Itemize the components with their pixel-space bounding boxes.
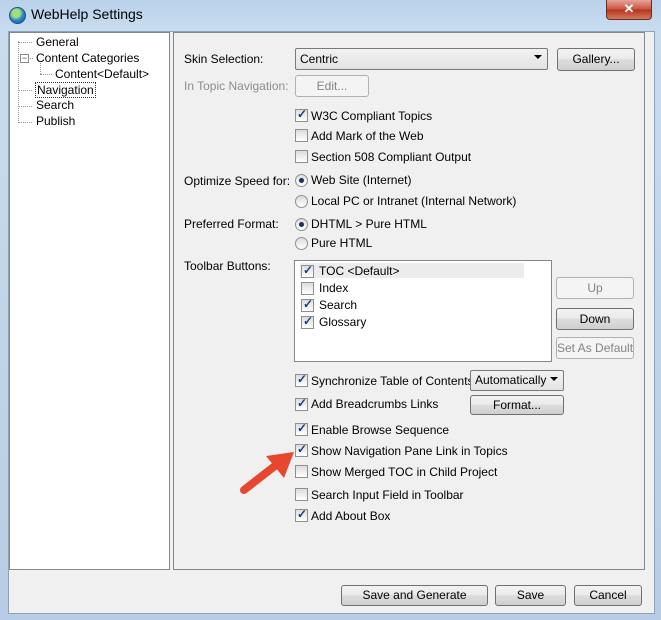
toolbar-glossary-checkbox[interactable]: ✓ [301, 314, 314, 329]
about-box-label: Add About Box [311, 509, 391, 523]
format-pure-html-radio[interactable] [295, 237, 308, 250]
section508-label: Section 508 Compliant Output [311, 150, 472, 164]
save-and-generate-button[interactable]: Save and Generate [341, 585, 488, 606]
check-icon: ✓ [297, 396, 308, 410]
tree-line [18, 41, 19, 123]
tree-item-content-default[interactable]: Content<Default> [55, 67, 149, 81]
edit-button[interactable]: Edit... [295, 75, 369, 97]
preferred-format-label: Preferred Format: [184, 217, 279, 231]
show-nav-link-label: Show Navigation Pane Link in Topics [311, 444, 508, 458]
toolbar-toc-label[interactable]: TOC <Default> [319, 264, 399, 278]
toolbar-glossary-label[interactable]: Glossary [319, 315, 366, 329]
toolbar-index-label[interactable]: Index [319, 281, 348, 295]
tree-item-publish[interactable]: Publish [36, 114, 75, 128]
w3c-checkbox[interactable]: ✓ [295, 107, 308, 122]
in-topic-navigation-label: In Topic Navigation: [184, 79, 289, 93]
chevron-down-icon [534, 55, 542, 59]
tree-line [18, 106, 32, 107]
close-button[interactable]: ✕ [606, 0, 652, 20]
tree-line [40, 74, 52, 75]
mark-of-web-checkbox[interactable] [295, 129, 308, 142]
radio-dot [299, 178, 304, 183]
cancel-button[interactable]: Cancel [574, 585, 642, 606]
toolbar-search-checkbox[interactable]: ✓ [301, 297, 314, 312]
tree-line [18, 90, 32, 91]
collapse-icon[interactable]: − [20, 54, 29, 63]
format-dhtml-radio[interactable] [295, 218, 308, 231]
format-pure-html-label: Pure HTML [311, 236, 373, 250]
merged-toc-label: Show Merged TOC in Child Project [311, 465, 498, 479]
check-icon: ✓ [297, 421, 308, 435]
tree-item-search[interactable]: Search [36, 98, 74, 112]
check-icon: ✓ [303, 314, 314, 328]
annotation-arrow-icon [240, 452, 294, 494]
format-dhtml-label: DHTML > Pure HTML [311, 217, 427, 231]
mark-of-web-label: Add Mark of the Web [311, 129, 424, 143]
settings-tree[interactable]: − General Content Categories Content<Def… [9, 32, 170, 570]
optimize-speed-label: Optimize Speed for: [184, 174, 291, 188]
check-icon: ✓ [303, 297, 314, 311]
browse-sequence-checkbox[interactable]: ✓ [295, 421, 308, 436]
format-button[interactable]: Format... [470, 395, 564, 415]
check-icon: ✓ [303, 263, 314, 277]
breadcrumbs-label: Add Breadcrumbs Links [311, 397, 439, 411]
sync-toc-label: Synchronize Table of Contents [311, 374, 474, 388]
about-box-checkbox[interactable]: ✓ [295, 507, 308, 522]
optimize-web-label: Web Site (Internet) [311, 173, 412, 187]
save-button[interactable]: Save [495, 585, 566, 606]
tree-line [18, 42, 32, 43]
check-icon: ✓ [297, 372, 308, 386]
up-button[interactable]: Up [556, 277, 634, 299]
tree-item-content-categories[interactable]: Content Categories [36, 51, 139, 65]
sync-mode-dropdown[interactable]: Automatically [470, 370, 564, 391]
skin-selection-label: Skin Selection: [184, 52, 264, 66]
title-bar[interactable]: WebHelp Settings ✕ [0, 0, 661, 30]
gallery-button[interactable]: Gallery... [557, 48, 635, 71]
w3c-label: W3C Compliant Topics [311, 109, 433, 123]
optimize-web-radio[interactable] [295, 174, 308, 187]
section508-checkbox[interactable] [295, 150, 308, 163]
set-as-default-button[interactable]: Set As Default [556, 337, 634, 359]
optimize-local-radio[interactable] [295, 195, 308, 208]
app-icon [9, 7, 26, 24]
tree-item-general[interactable]: General [36, 35, 79, 49]
optimize-local-label: Local PC or Intranet (Internal Network) [311, 194, 517, 208]
check-icon: ✓ [297, 507, 308, 521]
breadcrumbs-checkbox[interactable]: ✓ [295, 396, 308, 411]
skin-selection-value: Centric [300, 52, 339, 66]
sync-mode-value: Automatically [475, 373, 547, 387]
toolbar-toc-checkbox[interactable]: ✓ [301, 263, 314, 278]
radio-dot [299, 222, 304, 227]
toolbar-search-label[interactable]: Search [319, 298, 357, 312]
tree-line [18, 122, 32, 123]
skin-selection-dropdown[interactable]: Centric [295, 48, 548, 70]
down-button[interactable]: Down [556, 308, 634, 330]
browse-sequence-label: Enable Browse Sequence [311, 423, 450, 437]
search-input-toolbar-label: Search Input Field in Toolbar [311, 488, 464, 502]
toolbar-index-checkbox[interactable] [301, 282, 314, 295]
toolbar-buttons-label: Toolbar Buttons: [184, 259, 271, 273]
sync-toc-checkbox[interactable]: ✓ [295, 372, 308, 387]
tree-item-navigation[interactable]: Navigation [35, 82, 96, 98]
window-title: WebHelp Settings [31, 6, 143, 22]
check-icon: ✓ [297, 107, 308, 121]
chevron-down-icon [550, 377, 558, 381]
